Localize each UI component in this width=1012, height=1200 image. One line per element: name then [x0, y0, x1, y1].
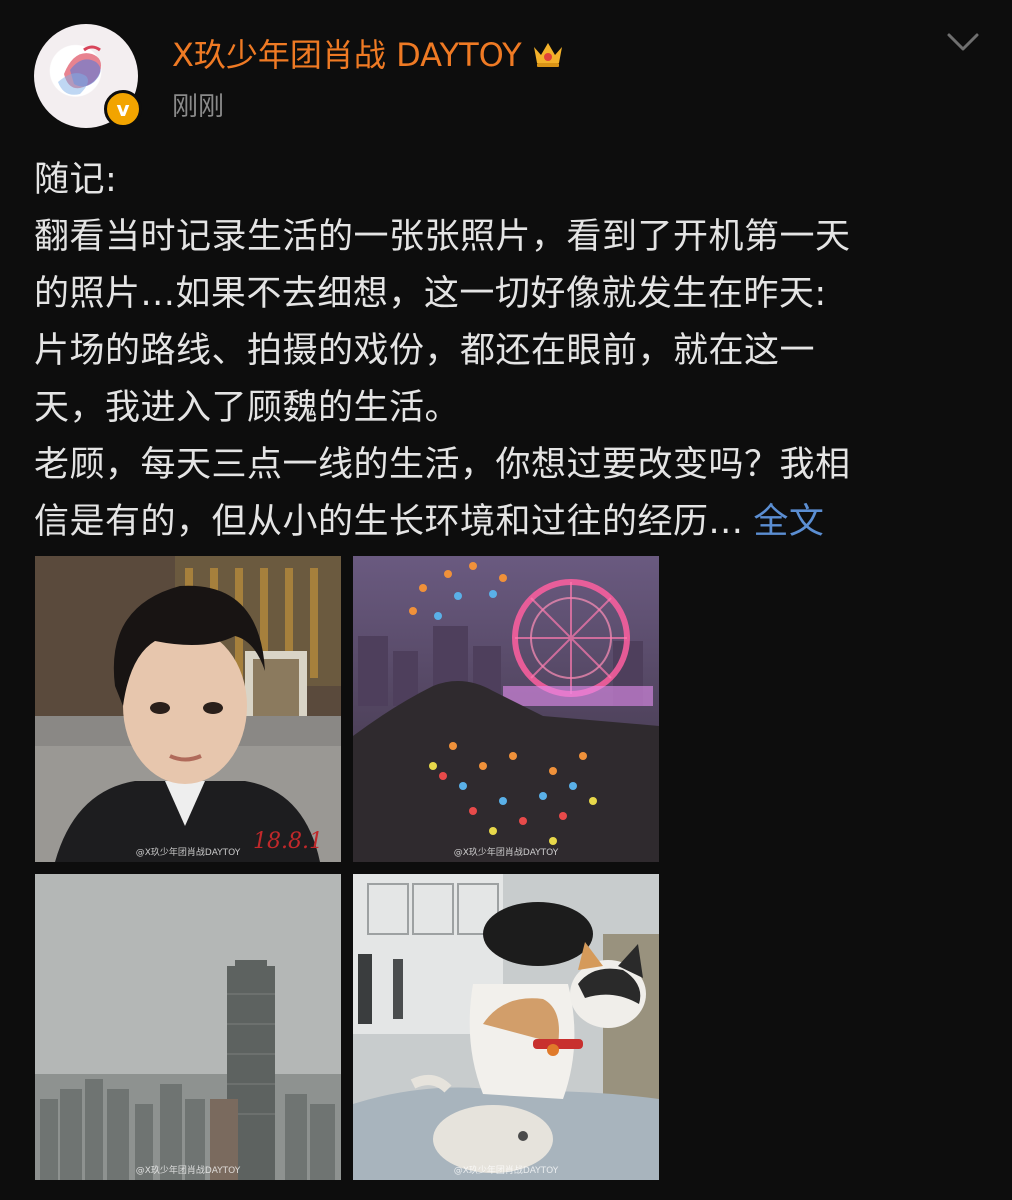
photo-grid: 18.8.1 @X玖少年团肖战DAYTOY @X玖少年团肖战DAYTOY @X玖…	[35, 556, 661, 1182]
watermark: @X玖少年团肖战DAYTOY	[453, 848, 559, 858]
selfie-photo[interactable]: 18.8.1 @X玖少年团肖战DAYTOY	[35, 556, 341, 862]
post-line: 信是有的，但从小的生长环境和过往的经历...	[34, 502, 744, 542]
post-line: 天，我进入了顾魏的生活。	[34, 388, 461, 428]
verified-icon: v	[104, 90, 142, 128]
post-body: 随记: 翻看当时记录生活的一张张照片，看到了开机第一天 的照片...如果不去细想…	[34, 152, 984, 551]
watermark: @X玖少年团肖战DAYTOY	[135, 848, 241, 858]
post-line: 翻看当时记录生活的一张张照片，看到了开机第一天	[34, 217, 851, 257]
full-text-link[interactable]: 全文	[753, 502, 824, 542]
post-line: 片场的路线、拍摄的戏份，都还在眼前，就在这一	[34, 331, 816, 371]
watermark: @X玖少年团肖战DAYTOY	[135, 1166, 241, 1176]
crown-icon	[533, 43, 562, 67]
skyline-photo[interactable]: @X玖少年团肖战DAYTOY	[35, 874, 341, 1180]
post-line: 随记:	[34, 160, 118, 200]
watermark: @X玖少年团肖战DAYTOY	[453, 1166, 559, 1176]
post-line: 老顾，每天三点一线的生活，你想过要改变吗？我相	[34, 445, 851, 485]
ferris-wheel-photo[interactable]: @X玖少年团肖战DAYTOY	[353, 556, 659, 862]
cat-photo[interactable]: @X玖少年团肖战DAYTOY	[353, 874, 659, 1180]
post-line: 的照片...如果不去细想，这一切好像就发生在昨天:	[34, 274, 827, 314]
chevron-down-icon[interactable]	[946, 30, 980, 54]
post-timestamp: 刚刚	[172, 92, 225, 122]
post-line-last: 信是有的，但从小的生长环境和过往的经历... 全文	[34, 494, 984, 551]
author-name[interactable]: X玖少年团肖战 DAYTOY	[172, 30, 566, 76]
author-name-label[interactable]: X玖少年团肖战 DAYTOY	[172, 30, 522, 76]
